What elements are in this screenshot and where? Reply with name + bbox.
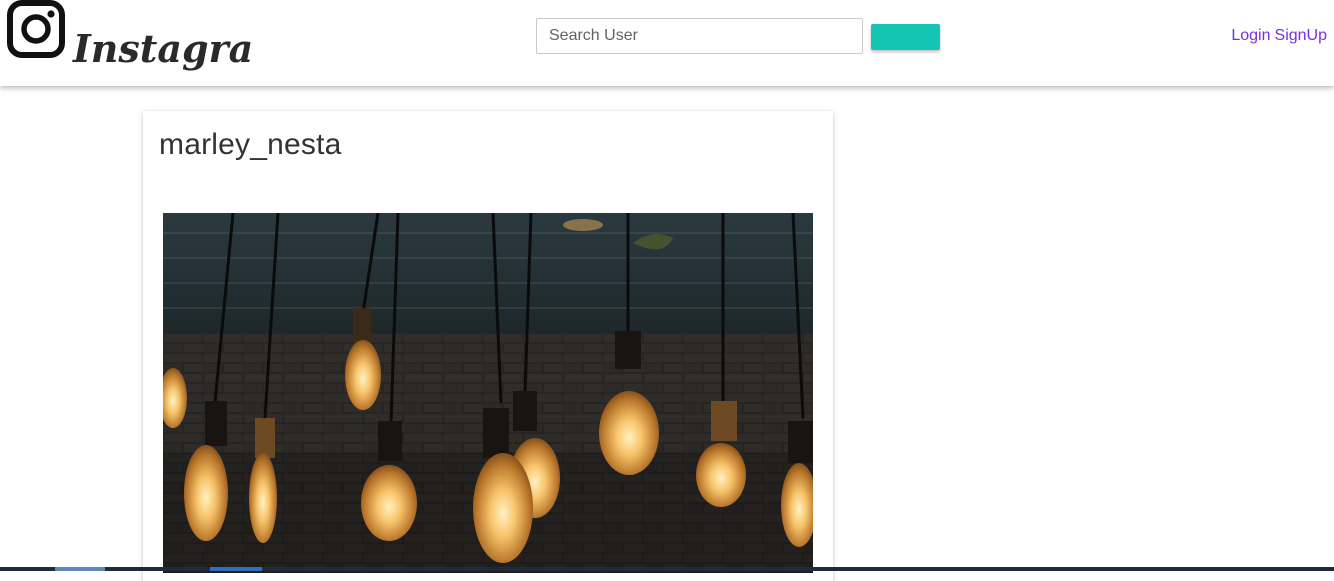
brand-wordmark: Instagram [72, 26, 251, 71]
instagram-logo-icon: Instagram [7, 0, 251, 71]
taskbar-strip [0, 567, 1334, 571]
post-card: marley_nesta [143, 111, 833, 581]
top-navbar: Instagram Login SignUp [0, 0, 1334, 86]
auth-links: Login SignUp [1231, 27, 1327, 45]
login-link[interactable]: Login [1231, 27, 1270, 44]
signup-link[interactable]: SignUp [1275, 27, 1327, 44]
search-input[interactable] [536, 18, 863, 54]
post-image[interactable] [163, 213, 813, 573]
taskbar-item[interactable] [55, 567, 105, 571]
search-button[interactable] [871, 24, 940, 50]
post-username[interactable]: marley_nesta [159, 128, 342, 162]
taskbar-item[interactable] [210, 567, 262, 571]
